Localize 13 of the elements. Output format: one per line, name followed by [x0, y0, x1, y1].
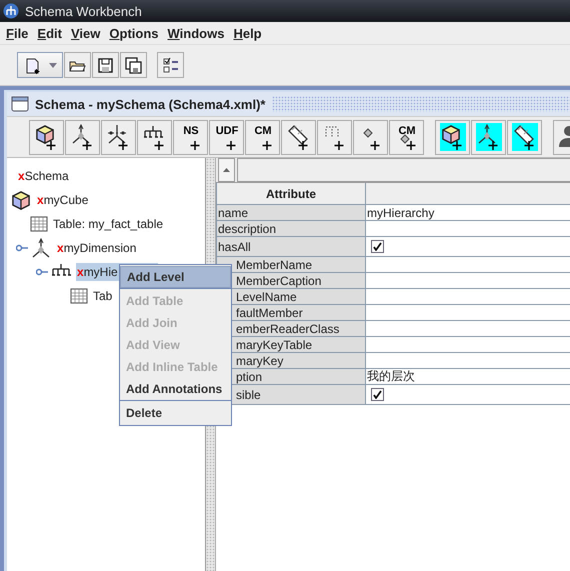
table-cell: hasAll — [217, 237, 366, 257]
button-label: CM — [398, 125, 416, 137]
button-label: UDF — [215, 125, 238, 137]
table-cell: myHierarchy — [366, 205, 570, 221]
button-label: NS — [182, 125, 198, 137]
table-cell: description — [217, 221, 366, 237]
window-title: Schema Workbench — [25, 4, 142, 18]
table-cell: name — [217, 205, 366, 221]
document-title: Schema - mySchema (Schema4.xml)* — [35, 96, 266, 112]
column-header: Attribute — [217, 183, 366, 205]
button-label: CM — [254, 125, 272, 137]
table-cell: 我的层次 — [366, 369, 570, 385]
table-cell: MemberName — [217, 257, 366, 273]
